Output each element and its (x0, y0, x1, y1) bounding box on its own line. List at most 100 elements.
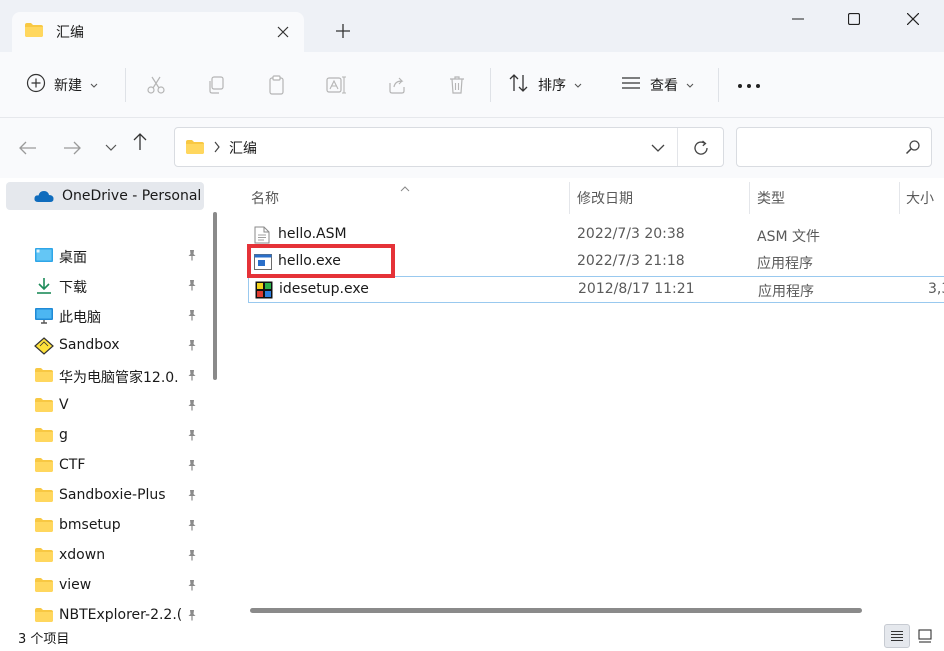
chevron-down-icon (686, 77, 694, 93)
pin-icon[interactable] (186, 249, 198, 265)
sort-icon (508, 73, 530, 97)
column-header-type[interactable]: 类型 (757, 188, 785, 208)
sidebar-item[interactable]: 桌面 (0, 241, 206, 271)
folder-icon (34, 427, 54, 445)
exe-file-icon (254, 253, 272, 271)
file-size: 3,3 (928, 281, 944, 297)
cut-icon[interactable] (145, 74, 167, 96)
pin-icon[interactable] (186, 279, 198, 295)
sidebar-item-label: 此电脑 (59, 310, 101, 326)
sidebar-item-label: xdown (59, 547, 106, 563)
sidebar-item[interactable]: 此电脑 (0, 301, 206, 331)
pin-icon[interactable] (186, 339, 198, 355)
toolbar-divider (125, 68, 126, 102)
pin-icon[interactable] (186, 429, 198, 445)
folder-icon (34, 607, 54, 622)
sidebar-item[interactable]: xdown (0, 541, 206, 571)
text-file-icon (254, 226, 272, 244)
tab-title: 汇编 (56, 25, 84, 41)
file-name: hello.ASM (278, 226, 347, 242)
minimize-button[interactable] (783, 6, 813, 32)
sidebar-item[interactable]: Sandboxie-Plus (0, 481, 206, 511)
refresh-button[interactable] (691, 138, 711, 158)
address-path-segment[interactable]: 汇编 (229, 138, 257, 158)
details-view-button[interactable] (884, 624, 910, 648)
file-name: idesetup.exe (279, 281, 369, 297)
sidebar-item[interactable]: g (0, 421, 206, 451)
address-bar[interactable]: 汇编 (174, 127, 724, 167)
search-box[interactable] (736, 127, 932, 167)
file-type: 应用程序 (757, 256, 813, 272)
navigation-bar: 汇编 (0, 118, 944, 178)
new-tab-button[interactable] (332, 20, 354, 42)
address-divider (677, 128, 678, 166)
sidebar-item-label: bmsetup (59, 517, 121, 533)
sidebar-item[interactable]: view (0, 571, 206, 601)
forward-button[interactable] (60, 136, 84, 160)
tab-current-folder[interactable]: 汇编 (12, 12, 304, 52)
sidebar-item[interactable]: 华为电脑管家12.0. (0, 361, 206, 391)
sidebar-item-label: CTF (59, 457, 86, 473)
command-bar: 新建 排序 查看 (0, 52, 944, 118)
file-row[interactable]: hello.exe 2022/7/3 21:18 应用程序 (248, 249, 944, 276)
item-count: 3 个项目 (18, 632, 70, 647)
tiles-view-button[interactable] (912, 624, 938, 648)
pin-icon[interactable] (186, 489, 198, 505)
sidebar-item-onedrive[interactable]: OneDrive - Personal (6, 182, 204, 210)
close-window-button[interactable] (898, 6, 928, 32)
column-header-size[interactable]: 大小 (906, 188, 934, 208)
sidebar-scrollbar-thumb[interactable] (213, 212, 217, 380)
more-options-button[interactable] (737, 72, 761, 98)
column-header-modified[interactable]: 修改日期 (577, 188, 633, 208)
sidebar-item[interactable]: NBTExplorer-2.2.( (0, 601, 206, 622)
chevron-right-icon[interactable] (213, 141, 221, 157)
file-modified-date: 2022/7/3 20:38 (577, 226, 685, 242)
back-button[interactable] (16, 136, 40, 160)
pin-icon[interactable] (186, 309, 198, 325)
close-tab-icon[interactable] (274, 23, 292, 41)
column-divider[interactable] (899, 182, 900, 214)
column-divider[interactable] (569, 182, 570, 214)
sidebar-item-label: NBTExplorer-2.2.( (59, 607, 183, 622)
sidebar-item[interactable]: 下载 (0, 271, 206, 301)
up-button[interactable] (128, 130, 152, 154)
sidebar-item[interactable]: V (0, 391, 206, 421)
sidebar-item[interactable]: bmsetup (0, 511, 206, 541)
file-row[interactable]: hello.ASM 2022/7/3 20:38 ASM 文件 (248, 222, 944, 249)
address-history-button[interactable] (649, 139, 667, 157)
pin-icon[interactable] (186, 459, 198, 475)
column-divider[interactable] (749, 182, 750, 214)
sidebar-item[interactable]: Sandbox (0, 331, 206, 361)
pin-icon[interactable] (186, 519, 198, 535)
view-label: 查看 (650, 78, 678, 94)
folder-icon (34, 397, 54, 415)
view-button[interactable]: 查看 (620, 72, 694, 98)
sort-button[interactable]: 排序 (508, 72, 582, 98)
folder-icon (34, 547, 54, 565)
column-header-name[interactable]: 名称 (251, 188, 279, 208)
pin-icon[interactable] (186, 579, 198, 595)
maximize-button[interactable] (839, 6, 869, 32)
file-row[interactable]: idesetup.exe 2012/8/17 11:21 应用程序 3,3 (248, 276, 944, 303)
sidebar-item-label: 桌面 (59, 250, 87, 266)
pin-icon[interactable] (186, 609, 198, 622)
new-button[interactable]: 新建 (26, 72, 98, 98)
sidebar-item-label: 下载 (59, 280, 87, 296)
toolbar-divider (490, 68, 491, 102)
paste-icon[interactable] (266, 74, 288, 96)
recent-locations-button[interactable] (99, 136, 123, 160)
new-label: 新建 (54, 78, 82, 94)
delete-icon[interactable] (446, 74, 468, 96)
horizontal-scrollbar-thumb[interactable] (250, 608, 862, 613)
sidebar-item[interactable]: CTF (0, 451, 206, 481)
more-icon (737, 77, 761, 93)
share-icon[interactable] (386, 74, 408, 96)
search-icon[interactable] (905, 139, 921, 159)
view-list-icon (620, 75, 642, 95)
pin-icon[interactable] (186, 369, 198, 385)
pin-icon[interactable] (186, 399, 198, 415)
copy-icon[interactable] (205, 74, 227, 96)
pin-icon[interactable] (186, 549, 198, 565)
onedrive-cloud-icon (34, 189, 54, 203)
rename-icon[interactable] (326, 74, 348, 96)
